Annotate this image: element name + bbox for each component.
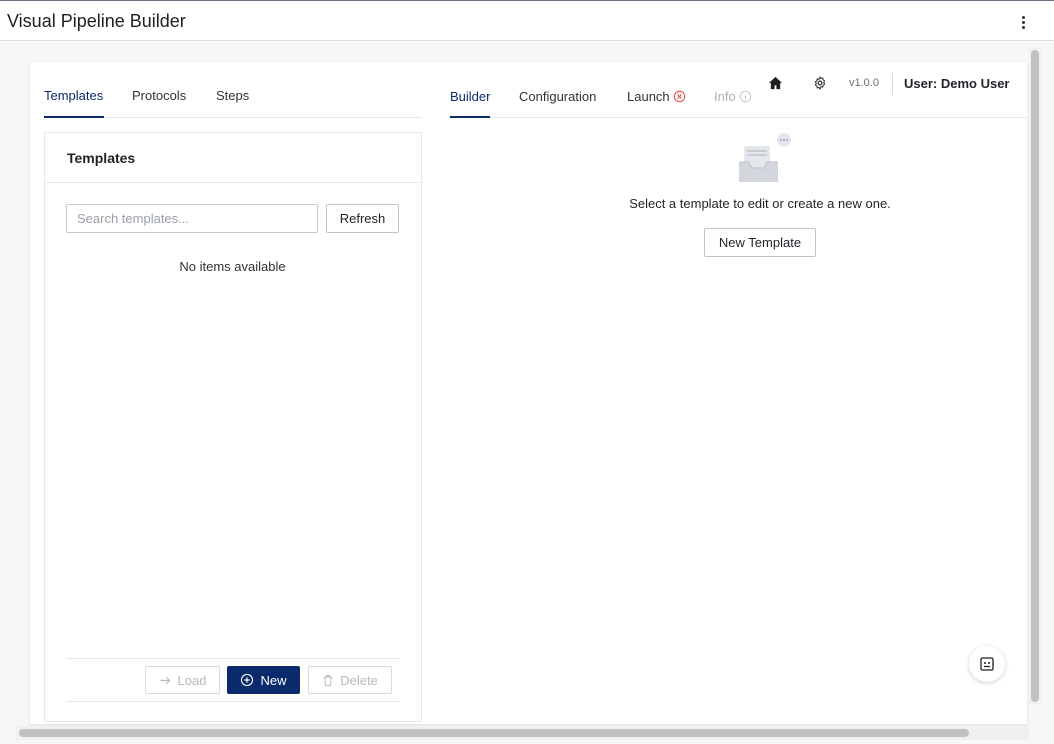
arrow-right-icon [160,676,170,684]
right-tab-bar: Builder Configuration Launch Info [450,89,1027,118]
info-circle-icon [739,90,751,103]
tab-configuration-label: Configuration [519,89,597,104]
new-template-button[interactable]: New Template [704,228,816,257]
tab-steps[interactable]: Steps [216,88,249,118]
version-label: v1.0.0 [849,77,879,89]
empty-inbox-illustration [739,133,791,182]
empty-list-message: No items available [179,259,286,274]
templates-panel-header: Templates [45,133,421,183]
left-tab-bar: Templates Protocols Steps [44,88,422,118]
error-circle-icon [673,90,685,103]
home-icon[interactable] [768,76,783,90]
refresh-button[interactable]: Refresh [326,204,399,233]
templates-panel-title: Templates [67,150,136,166]
assistant-fab[interactable] [969,646,1005,682]
horizontal-scroll-thumb[interactable] [19,729,969,737]
vertical-scroll-thumb[interactable] [1031,50,1039,702]
tab-info-label: Info [714,89,736,104]
actions-divider-top [66,658,400,659]
gear-icon[interactable] [813,76,827,90]
tab-configuration[interactable]: Configuration [519,89,596,118]
tab-builder[interactable]: Builder [450,89,491,118]
delete-button[interactable]: Delete [308,666,392,694]
tab-builder-label: Builder [450,89,491,104]
tab-launch[interactable]: Launch [627,89,686,118]
tab-info[interactable]: Info [714,89,752,118]
vertical-scrollbar[interactable] [1029,48,1041,704]
tab-launch-label: Launch [627,89,670,104]
search-templates-input[interactable] [66,204,318,233]
new-label: New [260,672,287,688]
plus-circle-icon [241,673,254,687]
app-title: Visual Pipeline Builder [7,11,186,31]
actions-divider-bottom [66,701,400,702]
app-header: Visual Pipeline Builder [0,1,1054,41]
builder-empty-message: Select a template to edit or create a ne… [629,196,891,211]
load-label: Load [177,672,207,688]
tab-protocols[interactable]: Protocols [132,88,186,118]
delete-label: Delete [340,672,378,688]
trash-icon [324,674,333,686]
horizontal-scrollbar[interactable] [16,726,1029,740]
chat-bot-icon [980,657,994,671]
new-button[interactable]: New [227,666,300,694]
load-button[interactable]: Load [145,666,220,694]
tab-templates[interactable]: Templates [44,88,104,118]
more-menu-icon[interactable] [1016,13,1030,31]
